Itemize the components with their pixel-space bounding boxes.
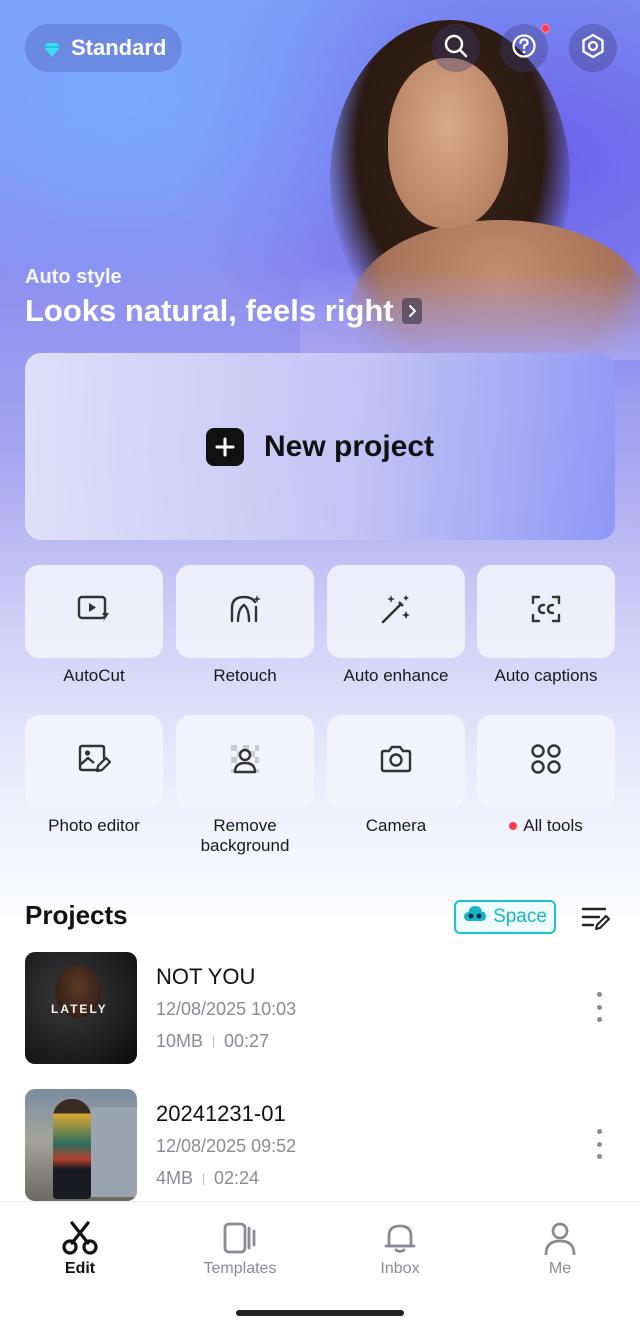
tab-label: Me [548,1260,572,1277]
tool-label: Auto enhance [343,666,449,685]
magic-wand-icon [379,592,413,631]
hero-title: Looks natural, feels right [25,293,394,328]
project-thumbnail[interactable] [25,1089,137,1201]
home-indicator [236,1310,404,1316]
tool-remove-background[interactable]: Remove background [176,715,314,856]
help-button[interactable] [500,24,550,72]
tool-label: Camera [365,816,427,835]
projects-title: Projects [25,900,128,930]
settings-icon [580,33,606,64]
space-button[interactable]: Space [454,900,556,934]
settings-button[interactable] [569,24,617,72]
tool-retouch[interactable]: Retouch [176,565,314,686]
camera-icon [379,744,413,779]
hero-kicker: Auto style [25,266,122,288]
hero-banner[interactable]: Auto style Looks natural, feels right [25,266,422,329]
list-edit-icon [581,907,611,936]
photo-editor-icon [77,743,112,780]
project-size: 4MB [156,1168,194,1188]
person-icon [500,1220,620,1256]
project-thumbnail[interactable]: LATELY [25,952,137,1064]
plus-icon [205,427,244,466]
project-meta: 10MB 00:27 [156,1031,269,1052]
tool-label: Photo editor [48,816,140,835]
project-date: 12/08/2025 10:03 [156,999,297,1019]
new-badge-dot [509,822,518,830]
project-size: 10MB [156,1031,204,1051]
project-item[interactable]: 20241231-01 12/08/2025 09:52 4MB 02:24 [25,1089,615,1201]
notification-dot [541,24,550,33]
thumbnail-text: LATELY [51,1002,108,1016]
plan-label: Standard [71,35,167,60]
project-date: 12/08/2025 09:52 [156,1136,297,1156]
project-item[interactable]: LATELY NOT YOU 12/08/2025 10:03 10MB 00:… [25,952,615,1064]
search-button[interactable] [432,24,480,72]
tool-label: All tools [523,816,583,835]
autocut-icon [77,594,111,629]
tool-label: AutoCut [63,666,125,685]
templates-icon [180,1220,300,1256]
tab-me[interactable]: Me [500,1220,620,1278]
bell-icon [340,1220,460,1256]
tool-auto-captions[interactable]: Auto captions [477,565,615,686]
tool-label: Auto captions [494,666,598,685]
more-options-icon[interactable] [591,992,607,1022]
project-meta: 4MB 02:24 [156,1168,259,1189]
new-project-button[interactable]: New project [25,353,615,540]
tool-autocut[interactable]: AutoCut [25,565,163,686]
tab-edit[interactable]: Edit [20,1220,140,1278]
hero-title-row[interactable]: Looks natural, feels right [25,293,422,329]
diamond-icon [43,39,61,57]
tab-label: Inbox [380,1260,420,1277]
space-label: Space [493,906,547,927]
tool-label: Remove background [200,816,290,855]
captions-icon [530,594,562,629]
tab-label: Templates [203,1260,277,1277]
tool-label: Retouch [213,666,277,685]
project-duration: 00:27 [224,1031,270,1051]
cloud-icon [463,904,487,930]
tool-photo-editor[interactable]: Photo editor [25,715,163,836]
manage-projects-button[interactable] [581,904,611,932]
top-bar: Standard [0,22,640,74]
portrait-face [388,58,508,228]
tool-camera[interactable]: Camera [327,715,465,836]
more-options-icon[interactable] [591,1129,607,1159]
search-icon [443,33,469,64]
tab-inbox[interactable]: Inbox [340,1220,460,1278]
projects-header: Projects Space [25,898,615,938]
scissors-icon [20,1220,140,1256]
tool-all-tools[interactable]: All tools [477,715,615,836]
new-project-label: New project [263,429,435,463]
project-name: NOT YOU [156,964,256,989]
tab-templates[interactable]: Templates [180,1220,300,1278]
project-name: 20241231-01 [156,1101,286,1126]
help-icon [511,33,537,64]
project-duration: 02:24 [214,1168,260,1188]
retouch-icon [228,593,262,630]
plan-badge[interactable]: Standard [25,24,183,72]
grid-icon [530,743,562,780]
chevron-right-icon [401,298,422,324]
tool-auto-enhance[interactable]: Auto enhance [327,565,465,686]
remove-background-icon [229,743,261,780]
tab-label: Edit [64,1260,96,1277]
